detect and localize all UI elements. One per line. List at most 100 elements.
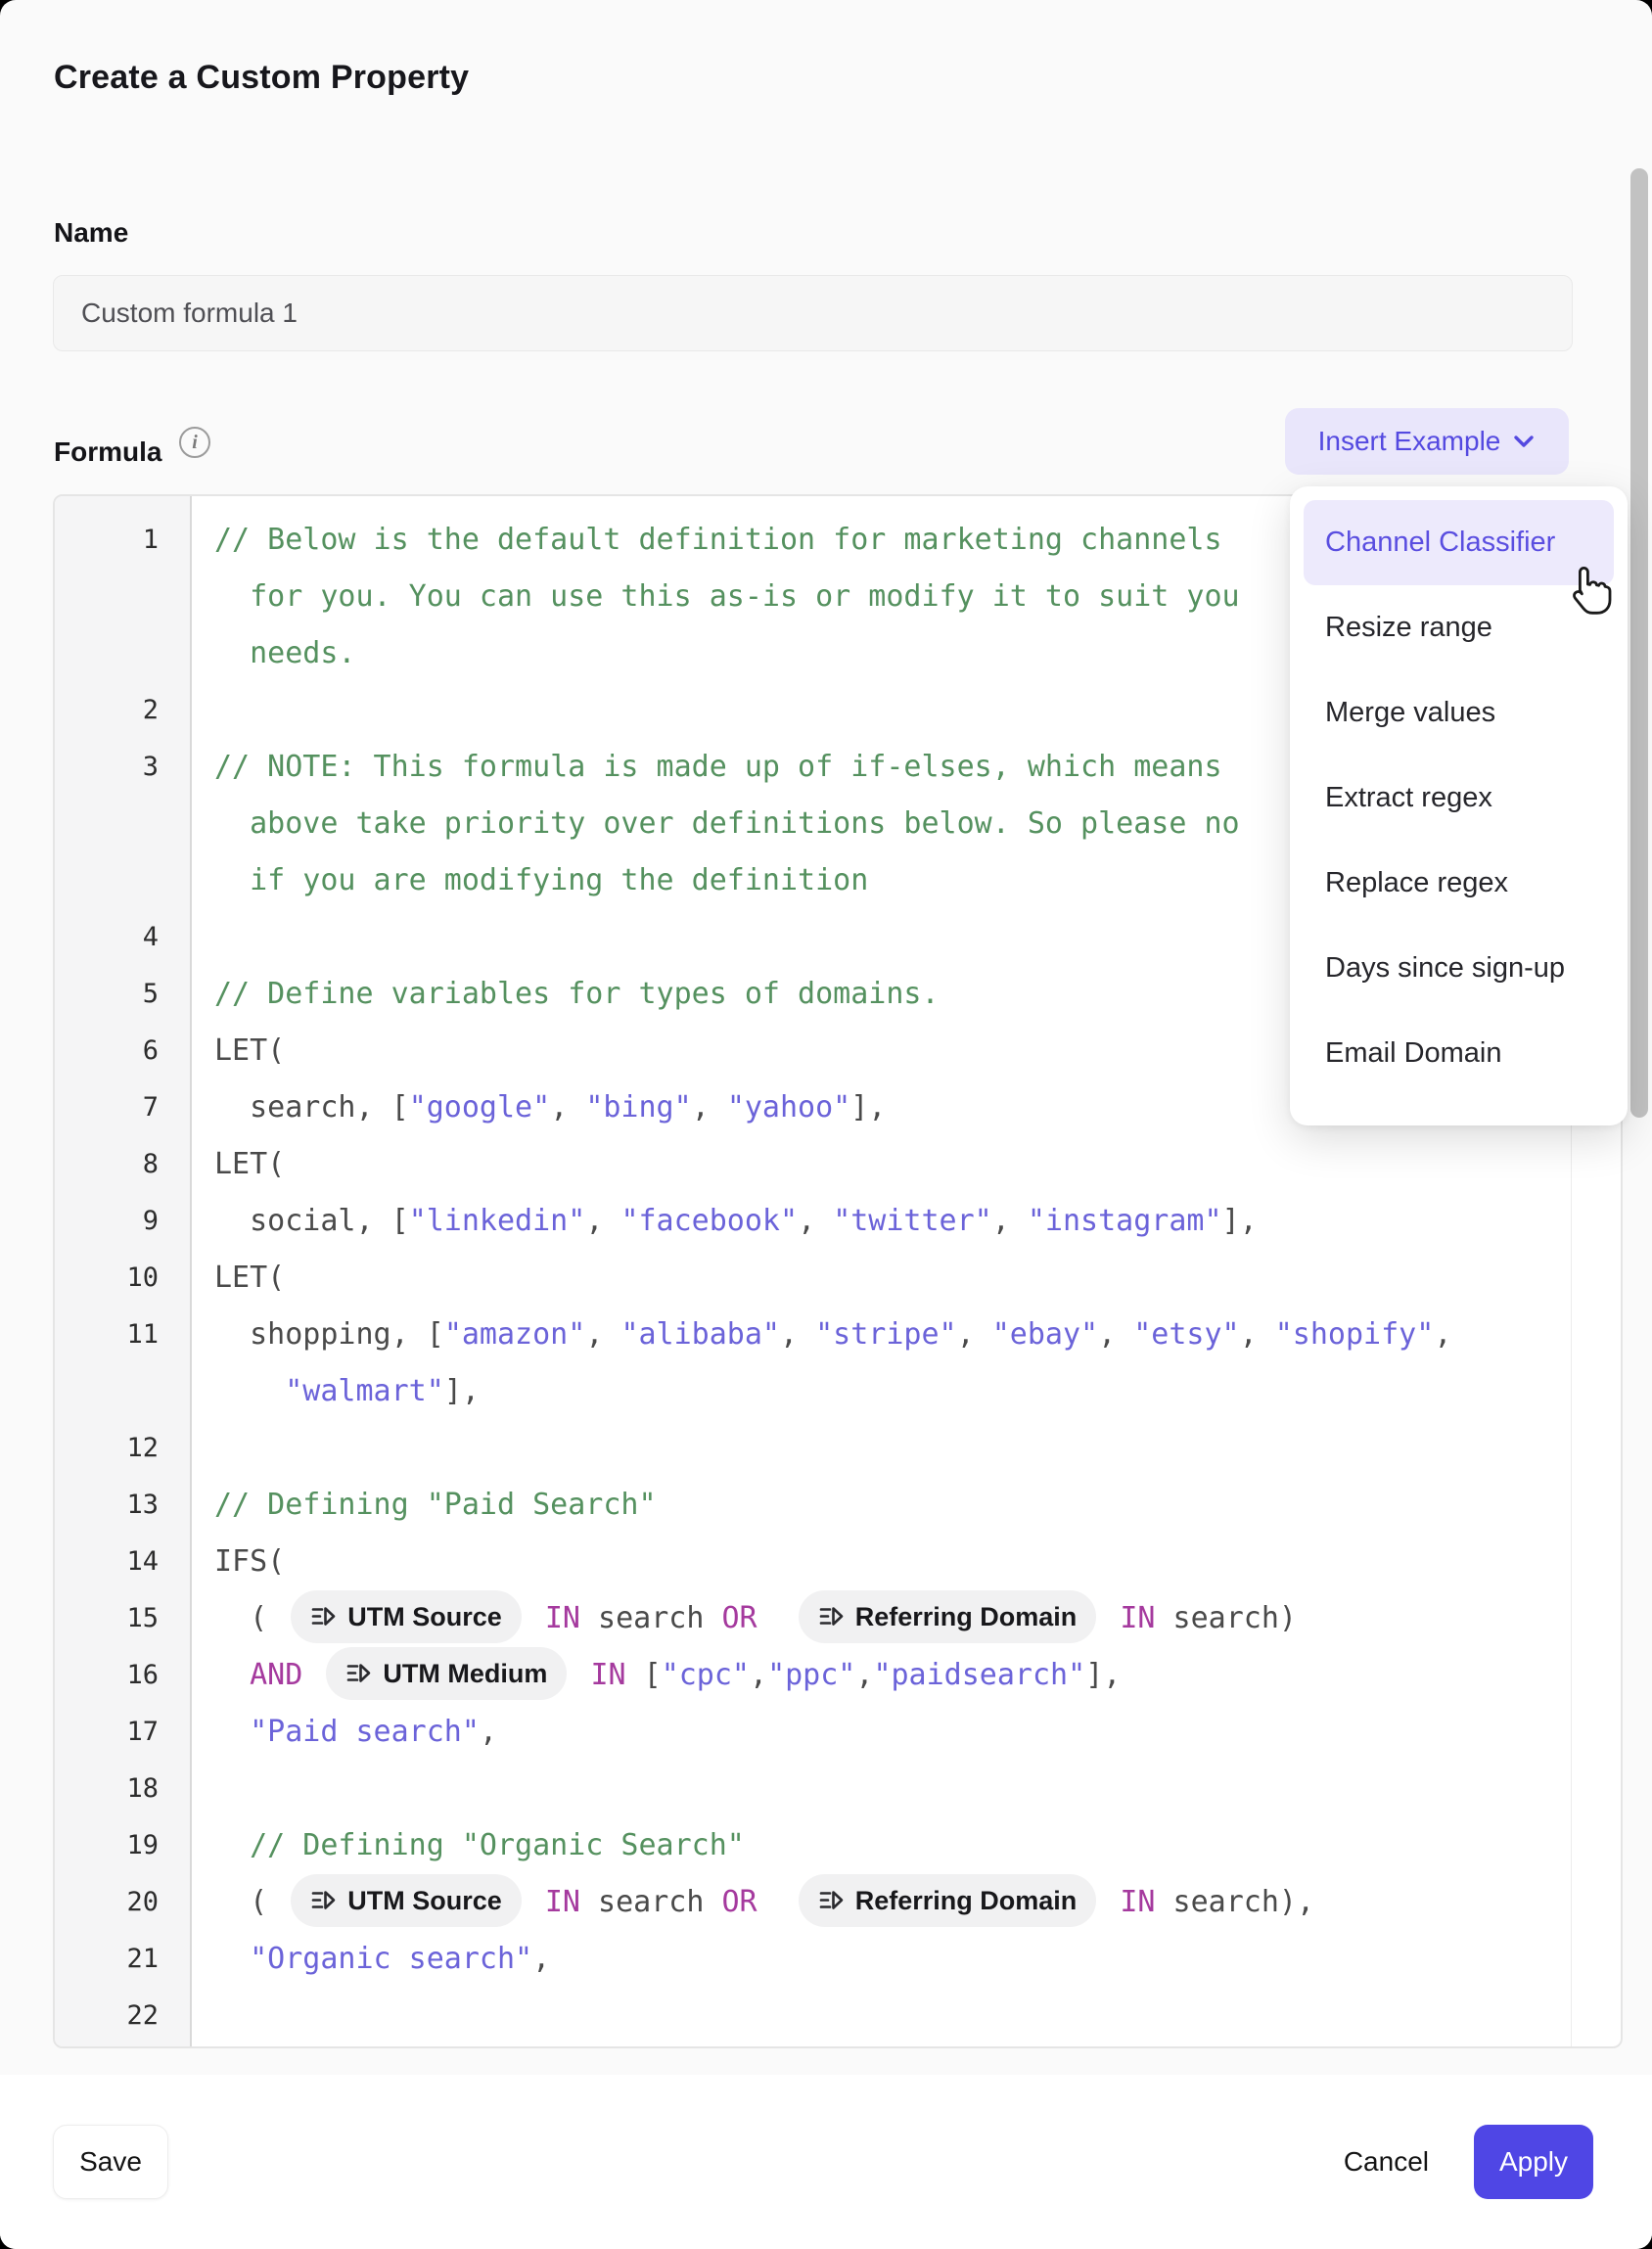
info-icon[interactable]: i xyxy=(179,427,210,458)
insert-example-label: Insert Example xyxy=(1318,426,1501,457)
code-token-code xyxy=(573,1658,590,1692)
code-token-str: "yahoo" xyxy=(727,1090,850,1124)
property-lines-arrow-icon xyxy=(310,1887,337,1913)
code-token-code: ], xyxy=(850,1090,886,1124)
code-token-code: , xyxy=(798,1204,833,1238)
property-chip-label: UTM Source xyxy=(347,1874,502,1929)
code-line: "Organic search", xyxy=(192,1931,1621,1988)
chevron-down-icon xyxy=(1512,434,1536,449)
code-token-code xyxy=(302,1658,320,1692)
code-token-kw: OR xyxy=(721,1601,757,1635)
property-chip-utm-source[interactable]: UTM Source xyxy=(291,1874,522,1927)
code-token-comment: // Defining "Paid Search" xyxy=(214,1488,657,1522)
formula-label: Formula xyxy=(54,436,161,468)
code-token-str: "paidsearch" xyxy=(873,1658,1085,1692)
name-input[interactable]: Custom formula 1 xyxy=(53,275,1573,351)
code-row: 15 ( UTM Source IN search OR Referring D… xyxy=(55,1590,1621,1647)
code-token-str: "linkedin" xyxy=(409,1204,586,1238)
line-number: 13 xyxy=(55,1477,192,1534)
save-button[interactable]: Save xyxy=(53,2125,168,2199)
line-number: 22 xyxy=(55,1988,192,2044)
code-token-kw: AND xyxy=(250,1658,302,1692)
line-number: 6 xyxy=(55,1023,192,1079)
property-lines-arrow-icon xyxy=(818,1887,845,1913)
property-chip-label: Referring Domain xyxy=(855,1590,1078,1645)
line-number xyxy=(55,1363,192,1420)
property-chip-referring-domain[interactable]: Referring Domain xyxy=(799,1590,1097,1643)
menu-item-merge-values[interactable]: Merge values xyxy=(1304,670,1614,756)
page-title: Create a Custom Property xyxy=(54,59,469,97)
property-chip-referring-domain[interactable]: Referring Domain xyxy=(799,1874,1097,1927)
code-row: 13 // Defining "Paid Search" xyxy=(55,1477,1621,1534)
cancel-button[interactable]: Cancel xyxy=(1344,2146,1429,2178)
menu-item-extract-regex[interactable]: Extract regex xyxy=(1304,756,1614,841)
line-number: 3 xyxy=(55,739,192,796)
code-row: 22 xyxy=(55,1988,1621,2044)
code-token-str: "amazon" xyxy=(444,1317,586,1352)
code-token-comment: needs. xyxy=(214,636,356,670)
property-lines-arrow-icon xyxy=(818,1603,845,1629)
code-token-code xyxy=(1102,1885,1120,1919)
code-row: 18 xyxy=(55,1761,1621,1817)
menu-item-email-domain[interactable]: Email Domain xyxy=(1304,1011,1614,1096)
modal-scrollbar-thumb[interactable] xyxy=(1630,168,1648,1118)
code-token-kw: OR xyxy=(721,1885,757,1919)
line-number: 18 xyxy=(55,1761,192,1817)
code-token-code: search) xyxy=(1155,1601,1297,1635)
code-token-code xyxy=(214,1658,250,1692)
code-token-code: search xyxy=(580,1885,722,1919)
code-token-comment: for you. You can use this as-is or modif… xyxy=(214,579,1240,614)
code-token-code: search xyxy=(580,1601,722,1635)
code-token-code: , xyxy=(480,1715,497,1749)
code-token-str: "shopify" xyxy=(1275,1317,1435,1352)
line-number: 9 xyxy=(55,1193,192,1250)
code-line: LET( xyxy=(192,1136,1621,1193)
property-chip-utm-medium[interactable]: UTM Medium xyxy=(326,1647,567,1700)
property-lines-arrow-icon xyxy=(345,1660,372,1686)
code-token-str: "bing" xyxy=(585,1090,691,1124)
code-token-kw: IN xyxy=(545,1601,580,1635)
code-line: LET( xyxy=(192,1250,1621,1307)
code-token-comment: // Below is the default definition for m… xyxy=(214,523,1222,557)
code-token-code: LET( xyxy=(214,1033,285,1068)
property-chip-utm-source[interactable]: UTM Source xyxy=(291,1590,522,1643)
code-token-code xyxy=(214,1942,250,1976)
code-row: 8LET( xyxy=(55,1136,1621,1193)
code-token-code: , xyxy=(855,1658,873,1692)
code-token-comment: // Defining "Organic Search" xyxy=(214,1828,745,1862)
code-token-code xyxy=(1102,1601,1120,1635)
menu-item-days-since-sign-up[interactable]: Days since sign-up xyxy=(1304,926,1614,1011)
apply-button[interactable]: Apply xyxy=(1474,2125,1593,2199)
code-token-str: "Paid search" xyxy=(250,1715,480,1749)
line-number xyxy=(55,625,192,682)
code-token-code xyxy=(214,1374,285,1408)
property-chip-label: UTM Medium xyxy=(383,1647,547,1702)
code-token-code: , xyxy=(750,1658,767,1692)
code-token-code: , xyxy=(957,1317,992,1352)
code-token-code: , xyxy=(532,1942,550,1976)
code-token-code: IFS( xyxy=(214,1544,285,1579)
code-row: "walmart"], xyxy=(55,1363,1621,1420)
code-line: ( UTM Source IN search OR Referring Doma… xyxy=(192,1874,1621,1931)
code-token-code: ], xyxy=(1222,1204,1258,1238)
menu-item-resize-range[interactable]: Resize range xyxy=(1304,585,1614,670)
code-token-kw: IN xyxy=(1120,1601,1155,1635)
code-token-comment: // Define variables for types of domains… xyxy=(214,977,940,1011)
code-token-code: shopping, [ xyxy=(214,1317,444,1352)
code-row: 20 ( UTM Source IN search OR Referring D… xyxy=(55,1874,1621,1931)
menu-item-replace-regex[interactable]: Replace regex xyxy=(1304,841,1614,926)
line-number: 5 xyxy=(55,966,192,1023)
code-row: 17 "Paid search", xyxy=(55,1704,1621,1761)
property-chip-label: Referring Domain xyxy=(855,1874,1078,1929)
line-number: 1 xyxy=(55,512,192,569)
line-number: 11 xyxy=(55,1307,192,1363)
code-token-code: search), xyxy=(1155,1885,1314,1919)
menu-item-channel-classifier[interactable]: Channel Classifier xyxy=(1304,500,1614,585)
code-token-code: , xyxy=(780,1317,815,1352)
line-number: 8 xyxy=(55,1136,192,1193)
code-token-code xyxy=(757,1601,793,1635)
insert-example-button[interactable]: Insert Example xyxy=(1285,408,1569,475)
code-token-str: "ebay" xyxy=(992,1317,1098,1352)
code-token-code xyxy=(214,1715,250,1749)
code-token-code: , xyxy=(1240,1317,1275,1352)
